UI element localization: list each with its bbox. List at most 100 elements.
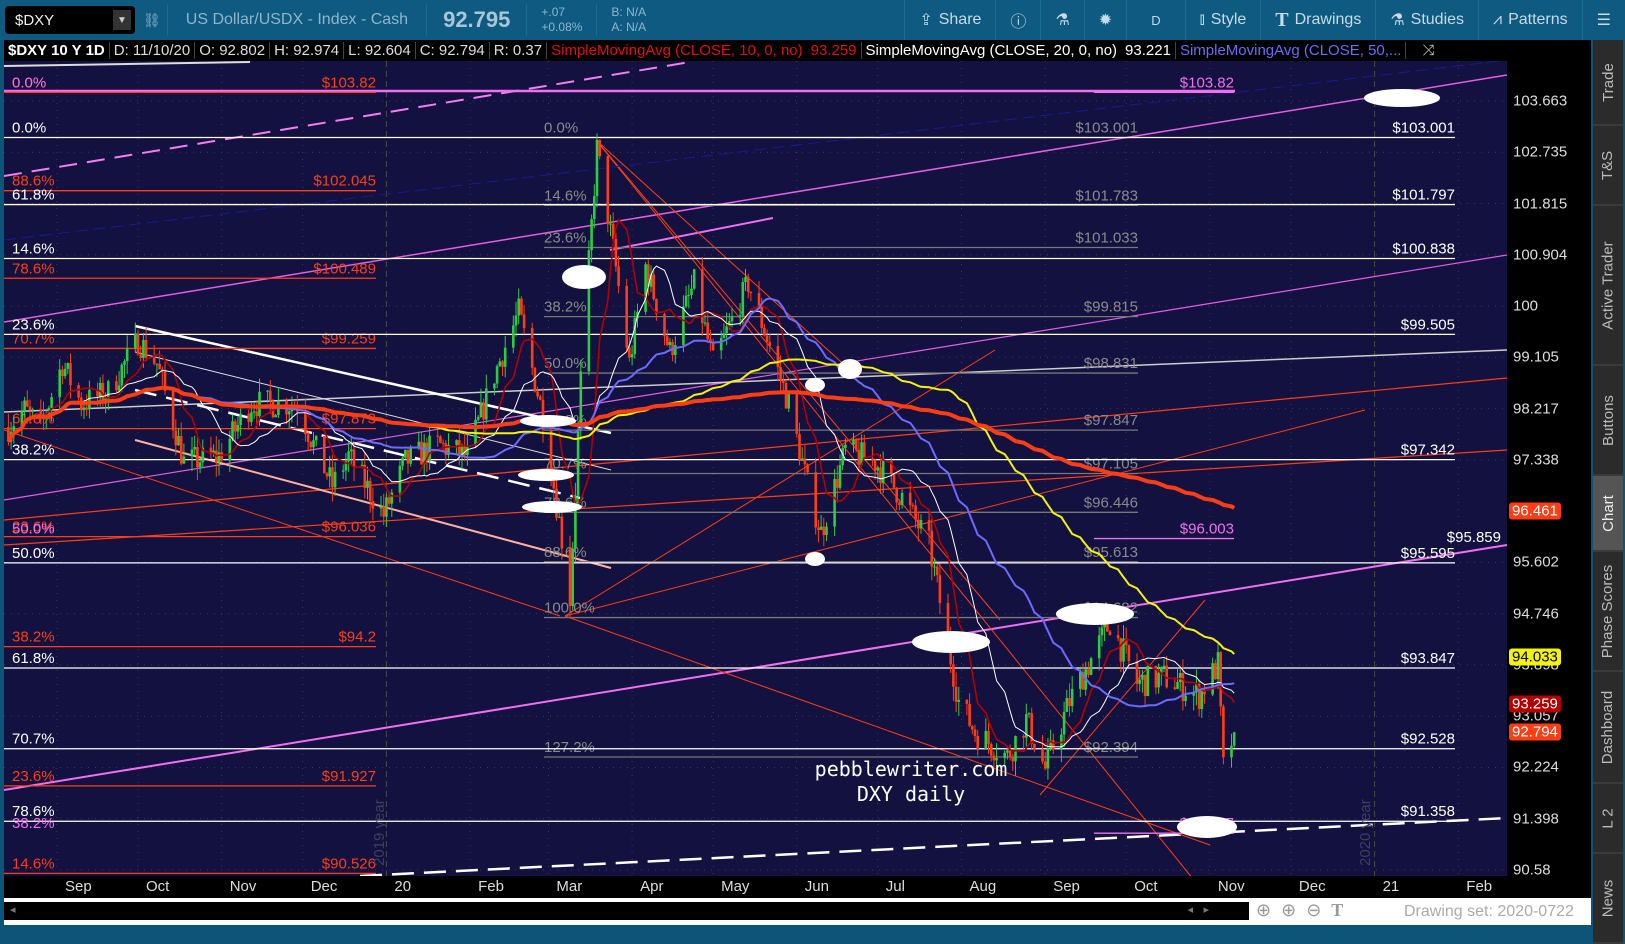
candle-body[interactable]: [595, 139, 599, 197]
candle-body[interactable]: [692, 269, 696, 289]
time-axis[interactable]: Sep Oct Nov Dec 20 Feb Mar Apr May Jun Jul Aug Sep Oc…: [4, 876, 1507, 898]
candle-body[interactable]: [366, 480, 369, 488]
candle-body[interactable]: [512, 325, 515, 348]
candle-body[interactable]: [757, 293, 761, 307]
candle-body[interactable]: [687, 294, 691, 296]
candle-body[interactable]: [228, 438, 232, 461]
candle-body[interactable]: [539, 396, 542, 400]
candle-body[interactable]: [746, 276, 750, 292]
candle-body[interactable]: [1200, 689, 1204, 709]
symbol-selector[interactable]: $DXY ▼: [5, 6, 135, 34]
candle-body[interactable]: [520, 298, 523, 315]
sma20-label[interactable]: SimpleMovingAvg (CLOSE, 20, 0, no): [862, 42, 1122, 59]
candle-body[interactable]: [139, 354, 142, 358]
candle-body[interactable]: [1146, 666, 1150, 697]
red-trendline-3[interactable]: [564, 409, 1366, 617]
candle-body[interactable]: [350, 449, 353, 452]
candle-body[interactable]: [1181, 672, 1185, 702]
candle-body[interactable]: [674, 345, 677, 356]
candle-body[interactable]: [1033, 744, 1036, 750]
candle-body[interactable]: [252, 411, 256, 413]
candle-body[interactable]: [1089, 658, 1093, 675]
candle-body[interactable]: [908, 492, 912, 506]
ellipse-marker[interactable]: [520, 415, 576, 427]
candle-body[interactable]: [1027, 713, 1031, 715]
candle-body[interactable]: [782, 380, 785, 383]
link-icon[interactable]: ⛓: [143, 12, 161, 29]
candle-body[interactable]: [1011, 757, 1015, 762]
candle-body[interactable]: [250, 412, 253, 422]
candle-body[interactable]: [682, 306, 685, 346]
candle-body[interactable]: [763, 328, 766, 336]
candle-body[interactable]: [177, 435, 180, 446]
candle-body[interactable]: [144, 340, 148, 358]
candle-body[interactable]: [1068, 698, 1071, 707]
candle-body[interactable]: [331, 467, 334, 488]
candle-body[interactable]: [198, 462, 202, 468]
ellipse-marker[interactable]: [522, 501, 582, 513]
candle-body[interactable]: [768, 341, 772, 346]
candle-body[interactable]: [914, 505, 917, 520]
candle-body[interactable]: [193, 446, 196, 450]
candle-body[interactable]: [665, 336, 669, 346]
candle-body[interactable]: [738, 315, 742, 317]
candle-body[interactable]: [1043, 761, 1047, 769]
candle-body[interactable]: [711, 342, 715, 351]
ellipse-marker[interactable]: [912, 631, 990, 653]
ellipse-marker[interactable]: [838, 359, 862, 379]
candle-body[interactable]: [66, 363, 70, 369]
candle-body[interactable]: [379, 506, 383, 509]
candle-body[interactable]: [1041, 749, 1044, 762]
candle-body[interactable]: [989, 743, 993, 756]
studies-button[interactable]: ⚗ Studies: [1375, 0, 1478, 40]
settings-button[interactable]: ✹: [1083, 0, 1126, 40]
candle-body[interactable]: [58, 369, 61, 398]
candle-body[interactable]: [703, 322, 707, 324]
patterns-button[interactable]: ⩘ Patterns: [1478, 0, 1582, 40]
candle-body[interactable]: [85, 407, 88, 410]
candle-body[interactable]: [530, 328, 534, 368]
ellipse-marker[interactable]: [562, 265, 606, 289]
candle-body[interactable]: [1178, 672, 1182, 683]
candle-body[interactable]: [1119, 638, 1123, 662]
candle-body[interactable]: [309, 441, 313, 448]
candle-body[interactable]: [1141, 674, 1144, 680]
candle-body[interactable]: [1214, 663, 1217, 680]
candle-body[interactable]: [957, 699, 961, 702]
candle-body[interactable]: [158, 363, 161, 370]
candle-body[interactable]: [404, 449, 407, 458]
candle-body[interactable]: [107, 381, 110, 399]
candle-body[interactable]: [598, 139, 601, 157]
candle-body[interactable]: [1157, 672, 1160, 688]
candle-body[interactable]: [476, 417, 480, 420]
candle-body[interactable]: [182, 456, 186, 464]
candle-body[interactable]: [900, 492, 904, 506]
candle-body[interactable]: [514, 315, 518, 326]
candle-body[interactable]: [644, 264, 647, 312]
candle-body[interactable]: [314, 435, 318, 441]
candle-body[interactable]: [1006, 750, 1009, 753]
sma10-label[interactable]: SimpleMovingAvg (CLOSE, 10, 0, no): [547, 42, 807, 59]
candle-body[interactable]: [560, 516, 564, 549]
sidebar-tab-l-2[interactable]: L 2: [1593, 784, 1623, 854]
candle-body[interactable]: [844, 444, 847, 449]
candle-body[interactable]: [39, 409, 43, 415]
candle-body[interactable]: [930, 530, 934, 567]
candle-body[interactable]: [1062, 711, 1066, 735]
candle-body[interactable]: [485, 388, 488, 420]
candle-body[interactable]: [136, 333, 140, 355]
candle-body[interactable]: [690, 288, 693, 295]
candle-body[interactable]: [668, 342, 672, 346]
candle-body[interactable]: [803, 458, 807, 465]
chevron-down-icon[interactable]: ▼: [113, 10, 131, 30]
candle-body[interactable]: [765, 335, 769, 342]
candle-body[interactable]: [123, 361, 126, 365]
candle-body[interactable]: [463, 445, 466, 456]
candle-body[interactable]: [795, 393, 799, 434]
candle-body[interactable]: [1230, 745, 1233, 758]
candle-body[interactable]: [179, 435, 183, 464]
text-tool-icon[interactable]: T: [1331, 900, 1343, 921]
scroll-right-icon[interactable]: ◂: [1187, 903, 1193, 916]
candle-body[interactable]: [69, 363, 72, 386]
candle-body[interactable]: [614, 239, 618, 267]
